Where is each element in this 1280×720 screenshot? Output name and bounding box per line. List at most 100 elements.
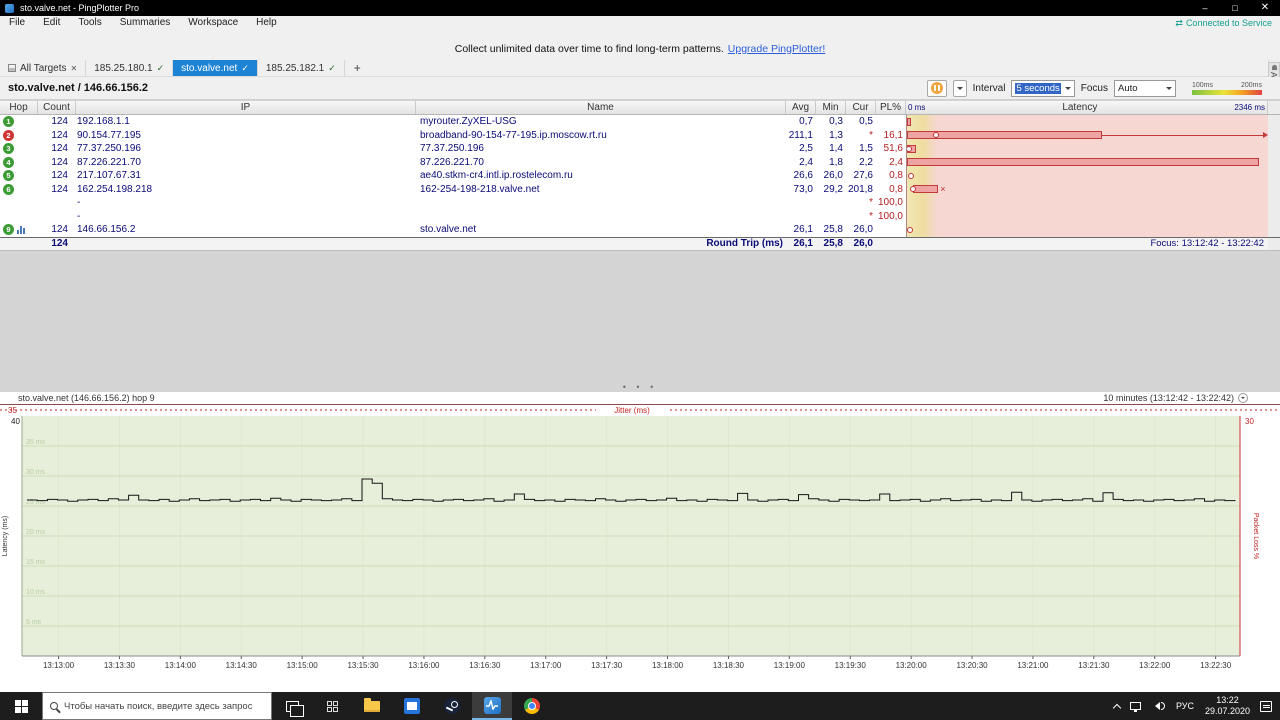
graph-menu-icon[interactable] <box>1238 393 1248 403</box>
focus-select[interactable]: Auto <box>1114 79 1176 97</box>
svg-text:13:14:00: 13:14:00 <box>165 661 197 670</box>
menu-file[interactable]: File <box>0 16 34 30</box>
latency-range-bar <box>912 185 938 193</box>
svg-text:13:17:30: 13:17:30 <box>591 661 623 670</box>
hop-cell: 6 <box>0 183 38 197</box>
app-grid-button[interactable] <box>312 692 352 720</box>
name-cell: sto.valve.net <box>420 224 477 236</box>
avg-cell: 2,4 <box>799 156 813 168</box>
taskbar-search[interactable] <box>42 692 272 720</box>
latency-cell <box>906 115 1268 129</box>
pl-cell: 0,8 <box>889 183 903 195</box>
task-view-icon <box>285 700 304 717</box>
pause-dropdown[interactable] <box>952 79 967 97</box>
task-view-button[interactable] <box>272 692 312 720</box>
chevron-down-icon <box>1166 86 1172 93</box>
count-cell: 124 <box>51 156 68 168</box>
table-row[interactable]: - * 100,0 <box>0 196 1280 210</box>
svg-text:Jitter (ms): Jitter (ms) <box>614 406 650 415</box>
table-row[interactable]: 9 124 146.66.156.2 sto.valve.net 26,1 25,8 26,… <box>0 223 1280 237</box>
menu-help[interactable]: Help <box>247 16 286 30</box>
pane-splitter[interactable]: • • • <box>0 383 1280 392</box>
language-indicator[interactable]: РУС <box>1175 701 1195 711</box>
cur-cell: 26,0 <box>853 224 873 236</box>
svg-text:30 ms: 30 ms <box>26 469 46 476</box>
table-row[interactable]: 5 124 217.107.67.31 ae40.stkm-cr4.intl.ip.r… <box>0 169 1280 183</box>
clock-date: 29.07.2020 <box>1204 706 1250 716</box>
maximize-button[interactable]: □ <box>1220 0 1250 16</box>
minimize-button[interactable]: – <box>1190 0 1220 16</box>
interval-select[interactable]: 5 seconds <box>1011 79 1075 97</box>
hop-badge: 2 <box>3 129 14 141</box>
start-button[interactable] <box>0 692 42 720</box>
sync-icon: ⇄ <box>1175 17 1183 28</box>
menu-workspace[interactable]: Workspace <box>179 16 247 30</box>
menu-edit[interactable]: Edit <box>34 16 69 30</box>
tab-185-25-180-1[interactable]: 185.25.180.1 ✓ <box>86 60 174 76</box>
search-input[interactable] <box>64 700 264 712</box>
table-row[interactable]: 3 124 77.37.250.196 77.37.250.196 2,5 1,4 1,5 5… <box>0 142 1280 156</box>
table-row[interactable]: 2 124 90.154.77.195 broadband-90-154-77-195… <box>0 128 1280 142</box>
volume-icon[interactable] <box>1151 702 1165 710</box>
svg-text:13:16:30: 13:16:30 <box>469 661 501 670</box>
latency-timeline-chart[interactable]: 13:13:00 13:13:30 13:14:00 13:14:30 13:15:00… <box>0 404 1280 672</box>
tab-all-targets[interactable]: All Targets ✕ <box>0 60 87 76</box>
tab-sto-valve-net[interactable]: sto.valve.net ✓ <box>173 60 258 76</box>
svg-text:13:15:00: 13:15:00 <box>287 661 319 670</box>
name-cell: broadband-90-154-77-195.ip.moscow.rt.ru <box>420 129 607 141</box>
system-tray: РУС 13:22 29.07.2020 <box>1112 695 1280 718</box>
chrome-button[interactable] <box>512 692 552 720</box>
focus-value: Auto <box>1118 82 1138 94</box>
latency-current-marker <box>909 186 916 192</box>
latency-scale-min: 0 ms <box>908 103 926 112</box>
tab-185-25-182-1[interactable]: 185.25.182.1 ✓ <box>258 60 345 76</box>
table-row[interactable]: - * 100,0 <box>0 209 1280 224</box>
pause-icon <box>930 82 943 94</box>
taskbar: РУС 13:22 29.07.2020 <box>0 692 1280 720</box>
table-row[interactable]: 1 124 192.168.1.1 myrouter.ZyXEL-USG 0,7 0,3 0… <box>0 115 1280 129</box>
action-center-icon[interactable] <box>1260 700 1272 712</box>
col-pl[interactable]: PL% <box>876 101 906 114</box>
svg-text:13:16:00: 13:16:00 <box>408 661 440 670</box>
svg-text:5 ms: 5 ms <box>26 619 42 626</box>
col-count[interactable]: Count <box>38 101 76 114</box>
close-button[interactable]: ✕ <box>1250 0 1280 16</box>
upgrade-link[interactable]: Upgrade PingPlotter! <box>728 43 825 55</box>
check-icon: ✓ <box>241 62 249 73</box>
table-row[interactable]: 6 124 162.254.198.218 162-254-198-218.valve… <box>0 182 1280 197</box>
file-explorer-button[interactable] <box>352 692 392 720</box>
col-cur[interactable]: Cur <box>846 101 876 114</box>
min-cell <box>816 210 846 224</box>
blue-app-button[interactable] <box>392 692 432 720</box>
name-cell: 87.226.221.70 <box>420 156 484 168</box>
add-tab-button[interactable]: + <box>345 60 370 76</box>
menu-bar: File Edit Tools Summaries Workspace Help… <box>0 16 1280 30</box>
pl-cell <box>876 115 906 129</box>
col-hop[interactable]: Hop <box>0 101 38 114</box>
pingplotter-taskbar-button[interactable] <box>472 692 512 720</box>
name-cell: myrouter.ZyXEL-USG <box>420 116 517 128</box>
pause-button[interactable] <box>926 79 947 97</box>
avg-cell: 211,1 <box>788 129 813 141</box>
network-icon[interactable] <box>1129 702 1141 712</box>
col-min[interactable]: Min <box>816 101 846 114</box>
col-name[interactable]: Name <box>416 101 786 114</box>
col-avg[interactable]: Avg <box>786 101 816 114</box>
svg-text:10 ms: 10 ms <box>26 589 46 596</box>
menu-summaries[interactable]: Summaries <box>111 16 180 30</box>
svg-text:13:18:00: 13:18:00 <box>652 661 684 670</box>
steam-button[interactable] <box>432 692 472 720</box>
taskbar-clock[interactable]: 13:22 29.07.2020 <box>1205 695 1250 718</box>
latency-cell <box>906 155 1268 169</box>
svg-text:13:20:00: 13:20:00 <box>896 661 928 670</box>
pingplotter-icon <box>483 696 501 714</box>
col-latency[interactable]: 0 ms Latency 2346 ms <box>906 101 1268 114</box>
col-ip[interactable]: IP <box>76 101 416 114</box>
svg-text:13:18:30: 13:18:30 <box>713 661 745 670</box>
count-cell: 124 <box>51 224 68 236</box>
table-row[interactable]: 4 124 87.226.221.70 87.226.221.70 2,4 1,8 2,2 2… <box>0 155 1280 169</box>
hop-cell <box>0 196 38 210</box>
close-tab-icon[interactable]: ✕ <box>71 64 78 73</box>
menu-tools[interactable]: Tools <box>69 16 110 30</box>
hidden-icons-chevron[interactable] <box>1112 703 1122 712</box>
